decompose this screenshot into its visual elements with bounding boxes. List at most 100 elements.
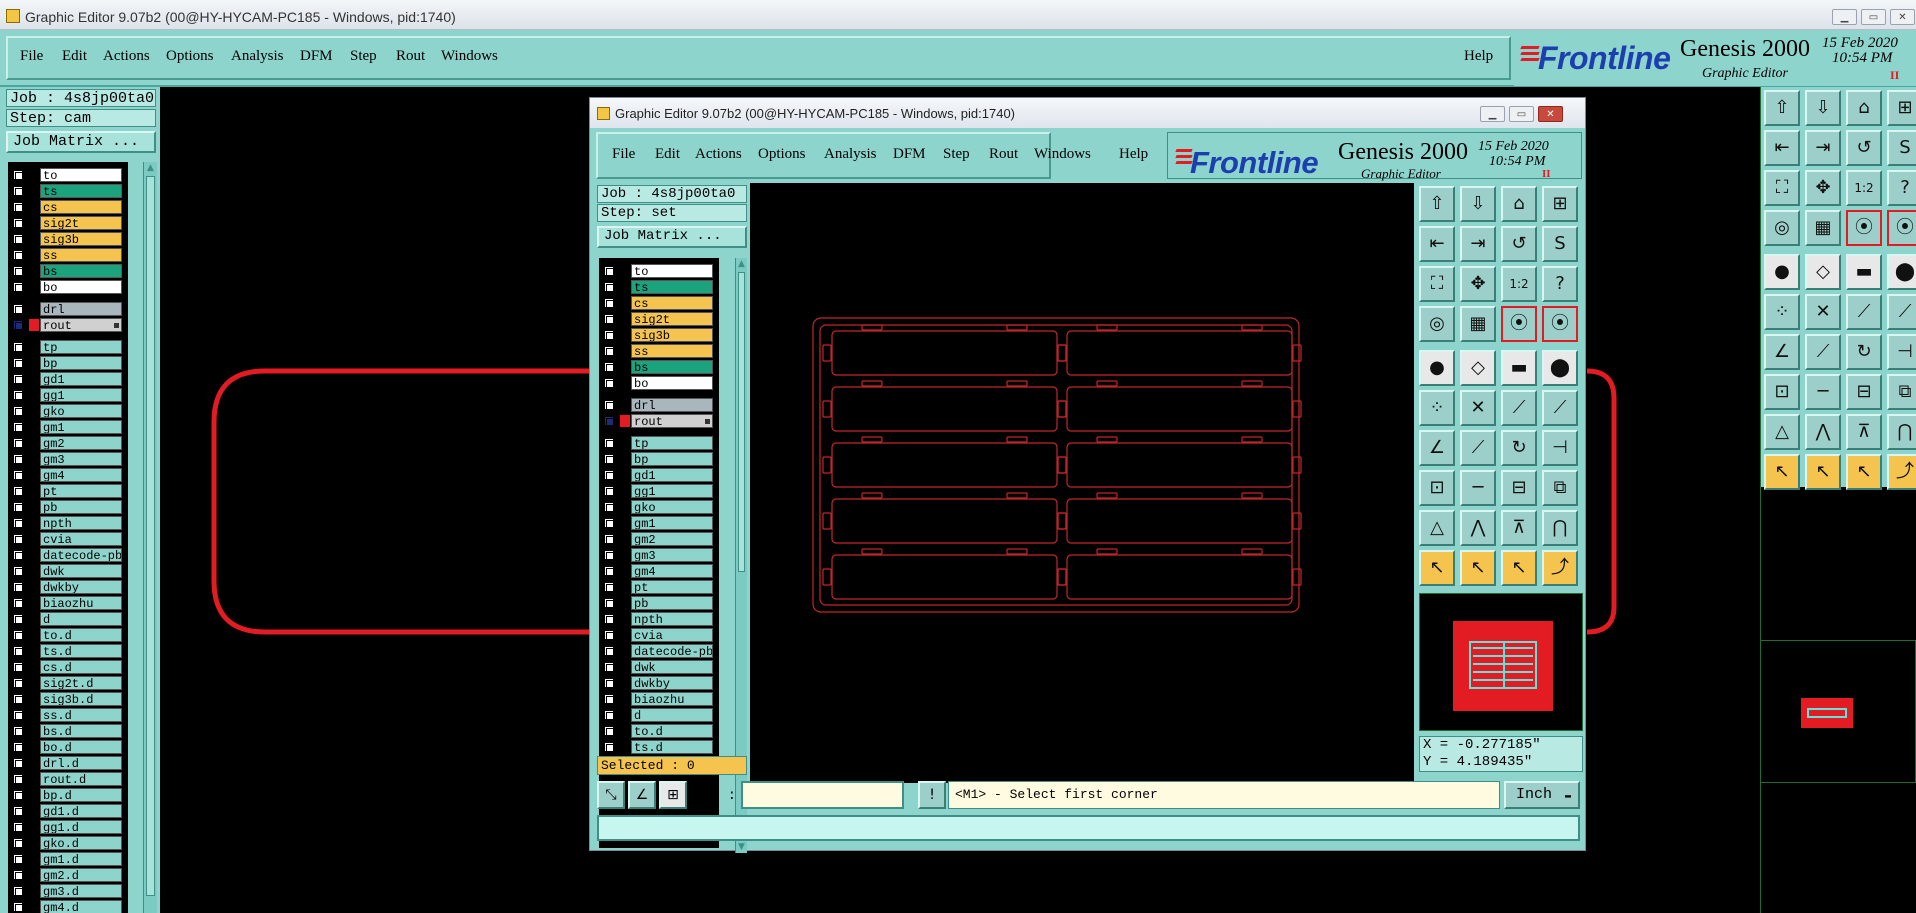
help-tool-button[interactable]: ? [1542, 266, 1578, 302]
layer-row-sig2t[interactable]: sig2t [599, 312, 713, 326]
layer-name[interactable]: ts [631, 280, 713, 294]
arc-tool-button[interactable]: ↻ [1501, 430, 1537, 466]
select-circle-tool-button[interactable]: ↖ [1846, 454, 1882, 490]
pin-tool-button[interactable]: ⋀ [1460, 510, 1496, 546]
menu-step[interactable]: Step [943, 146, 970, 163]
layer-checkbox[interactable] [604, 726, 614, 736]
add-shape-tool-button[interactable]: ◇ [1805, 254, 1841, 290]
layer-name[interactable]: drl.d [40, 756, 122, 770]
close-button[interactable]: ✕ [1538, 106, 1563, 122]
layer-display-swatch[interactable] [29, 373, 39, 385]
layer-checkbox[interactable] [13, 502, 23, 512]
pan-right-tool-button[interactable]: ⇥ [1460, 226, 1496, 262]
layer-display-swatch[interactable] [620, 517, 630, 529]
layer-row-ss[interactable]: ss [599, 344, 713, 358]
menu-help[interactable]: Help [1119, 146, 1148, 163]
add-round-tool-button[interactable]: ⬤ [1887, 254, 1916, 290]
select-net-tool-button[interactable]: ⁘ [1419, 390, 1455, 426]
layer-checkbox[interactable] [13, 454, 23, 464]
layer-name[interactable]: gm3 [631, 548, 713, 562]
layer-row-to-d[interactable]: to.d [8, 628, 122, 642]
layer-display-swatch[interactable] [29, 757, 39, 769]
layer-row-gm2-d[interactable]: gm2.d [8, 868, 122, 882]
layer-display-swatch[interactable] [620, 361, 630, 373]
layer-checkbox[interactable] [604, 582, 614, 592]
layer-name[interactable]: ts.d [40, 644, 122, 658]
layer-name[interactable]: gm1 [631, 516, 713, 530]
fit-view-tool-button[interactable]: ⛶ [1764, 170, 1800, 206]
layer-name[interactable]: datecode-pbo [631, 644, 713, 658]
layer-name[interactable]: drl [631, 398, 713, 412]
layer-name[interactable]: to [40, 168, 122, 182]
layer-name[interactable]: gko.d [40, 836, 122, 850]
add-round-tool-button[interactable]: ⬤ [1542, 350, 1578, 386]
zoom-out-tool-button[interactable]: ⇩ [1805, 90, 1841, 126]
menu-help[interactable]: Help [1464, 48, 1493, 65]
layer-display-swatch[interactable] [620, 415, 630, 427]
job-matrix-button[interactable]: Job Matrix ... [597, 226, 747, 248]
page-layout-tool-button[interactable]: ⊞ [1887, 90, 1916, 126]
layer-name[interactable]: rout [40, 318, 122, 332]
layer-name[interactable]: cvia [631, 628, 713, 642]
layer-checkbox[interactable] [604, 378, 614, 388]
layer-row-d[interactable]: d [599, 708, 713, 722]
layer-row-gm4-d[interactable]: gm4.d [8, 900, 122, 913]
layer-checkbox[interactable] [13, 902, 23, 912]
layer-display-swatch[interactable] [29, 517, 39, 529]
layer-display-swatch[interactable] [620, 613, 630, 625]
menu-actions[interactable]: Actions [695, 146, 742, 163]
outer-layer-scrollbar[interactable]: ▲ [143, 162, 157, 913]
zoom-home-tool-button[interactable]: ⇧ [1419, 186, 1455, 222]
layer-display-swatch[interactable] [620, 581, 630, 593]
layer-checkbox[interactable] [604, 694, 614, 704]
grid-tool-button[interactable]: ▦ [1460, 306, 1496, 342]
layer-display-swatch[interactable] [620, 709, 630, 721]
layer-display-swatch[interactable] [29, 677, 39, 689]
layer-name[interactable]: sig3b [40, 232, 122, 246]
layer-checkbox[interactable] [604, 550, 614, 560]
layer-display-swatch[interactable] [620, 485, 630, 497]
layer-name[interactable]: tp [631, 436, 713, 450]
layer-name[interactable]: sig3b.d [40, 692, 122, 706]
layer-name[interactable]: dwk [631, 660, 713, 674]
layer-name[interactable]: datecode-pbo [40, 548, 122, 562]
layer-row-bs[interactable]: bs [599, 360, 713, 374]
layer-checkbox[interactable] [13, 342, 23, 352]
fit-view-tool-button[interactable]: ⛶ [1419, 266, 1455, 302]
layer-display-swatch[interactable] [620, 281, 630, 293]
layer-checkbox[interactable] [13, 646, 23, 656]
xy-input[interactable] [741, 781, 904, 809]
layer-display-swatch[interactable] [29, 741, 39, 753]
select-area-tool-button[interactable]: ↖ [1805, 454, 1841, 490]
layer-name[interactable]: rout [631, 414, 713, 428]
layer-display-swatch[interactable] [29, 303, 39, 315]
layer-checkbox[interactable] [13, 470, 23, 480]
layer-row-gm1-d[interactable]: gm1.d [8, 852, 122, 866]
layer-checkbox[interactable] [13, 806, 23, 816]
step-repeat-tool-button[interactable]: S [1887, 130, 1916, 166]
layer-checkbox[interactable] [604, 314, 614, 324]
measure-line-tool-button[interactable]: ─ [1805, 374, 1841, 410]
snap-icon[interactable]: ⤡ [597, 781, 625, 809]
layer-checkbox[interactable] [13, 694, 23, 704]
measure-pad-tool-button[interactable]: ⊟ [1501, 470, 1537, 506]
menu-file[interactable]: File [20, 48, 43, 65]
select-net-tool-button[interactable]: ⁘ [1764, 294, 1800, 330]
menu-step[interactable]: Step [350, 48, 377, 65]
layer-display-swatch[interactable] [29, 869, 39, 881]
layer-row-ss-d[interactable]: ss.d [8, 708, 122, 722]
layer-row-biaozhu[interactable]: biaozhu [599, 692, 713, 706]
layer-row-gm2[interactable]: gm2 [599, 532, 713, 546]
scale-tool-button[interactable]: 1:2 [1846, 170, 1882, 206]
layer-checkbox[interactable] [13, 870, 23, 880]
layer-name[interactable]: gko [631, 500, 713, 514]
minimize-button[interactable]: ▁ [1480, 106, 1505, 122]
layer-checkbox[interactable] [604, 416, 614, 426]
layer-display-swatch[interactable] [620, 329, 630, 341]
layer-name[interactable]: gm4 [40, 468, 122, 482]
pointer-tool-button[interactable]: ↖ [1419, 550, 1455, 586]
layer-display-swatch[interactable] [29, 453, 39, 465]
menu-dfm[interactable]: DFM [893, 146, 926, 163]
layer-display-swatch[interactable] [29, 837, 39, 849]
layer-display-swatch[interactable] [29, 885, 39, 897]
